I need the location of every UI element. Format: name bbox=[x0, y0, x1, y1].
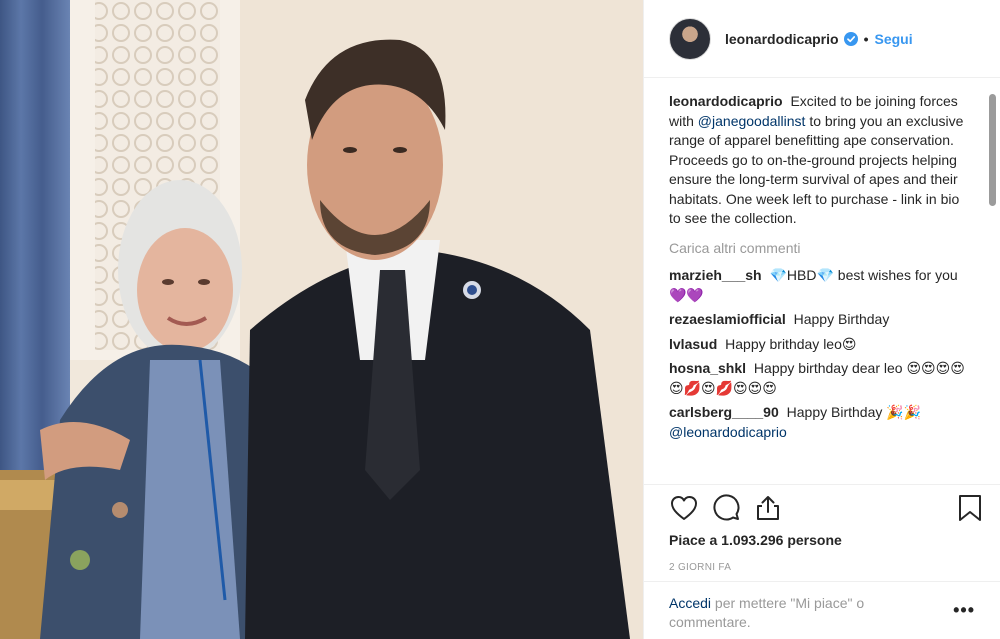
avatar[interactable] bbox=[669, 17, 711, 60]
likes-count[interactable]: Piace a 1.093.296 persone bbox=[669, 532, 842, 548]
post-sidebar: leonardodicaprio • Segui leonardodicapri… bbox=[643, 0, 1000, 639]
post-actions: Piace a 1.093.296 persone 2 GIORNI FA Ac… bbox=[644, 484, 1000, 639]
post-photo[interactable] bbox=[0, 0, 643, 639]
header-username[interactable]: leonardodicaprio bbox=[725, 31, 839, 47]
login-text-block: Accedi per mettere "Mi piace" o commenta… bbox=[669, 594, 929, 632]
share-icon[interactable] bbox=[753, 493, 783, 523]
caption-text-end: to bring you an exclusive range of appar… bbox=[669, 112, 964, 227]
comment-item: marzieh___sh 💎HBD💎 best wishes for you💜💜 bbox=[669, 266, 969, 305]
comment-icon[interactable] bbox=[711, 493, 741, 523]
comments-scrollbar[interactable] bbox=[989, 94, 996, 206]
more-options-icon[interactable]: ••• bbox=[953, 600, 975, 621]
comment-item: carlsberg____90 Happy Birthday 🎉🎉 @leona… bbox=[669, 403, 969, 442]
login-prompt: Accedi per mettere "Mi piace" o commenta… bbox=[644, 581, 1000, 639]
header-separator: • bbox=[863, 30, 869, 47]
comment-username[interactable]: hosna_shkl bbox=[669, 360, 746, 376]
comment-text: Happy brithday leo😍 bbox=[725, 335, 857, 352]
caption-username[interactable]: leonardodicaprio bbox=[669, 93, 783, 109]
caption-mention[interactable]: @janegoodallinst bbox=[698, 113, 806, 129]
post-caption: leonardodicaprio Excited to be joining f… bbox=[669, 92, 969, 229]
instagram-post: leonardodicaprio • Segui leonardodicapri… bbox=[0, 0, 1000, 639]
post-header: leonardodicaprio • Segui bbox=[644, 0, 1000, 78]
load-more-comments-button[interactable]: Carica altri commenti bbox=[669, 239, 969, 259]
verified-badge-icon bbox=[843, 31, 858, 46]
comment-item: rezaeslamiofficial Happy Birthday bbox=[669, 310, 969, 330]
photo-illustration bbox=[0, 0, 643, 639]
action-icons bbox=[669, 493, 991, 529]
login-link[interactable]: Accedi bbox=[669, 595, 711, 611]
comment-item: hosna_shkl Happy birthday dear leo 😍😍😍😍😍… bbox=[669, 359, 969, 398]
comment-username[interactable]: lvlasud bbox=[669, 336, 717, 352]
heart-icon[interactable] bbox=[669, 493, 699, 523]
comment-text: Happy Birthday 🎉🎉 bbox=[786, 404, 922, 420]
comment-username[interactable]: rezaeslamiofficial bbox=[669, 311, 786, 327]
post-timestamp: 2 GIORNI FA bbox=[669, 562, 732, 573]
comment-item: lvlasud Happy brithday leo😍 bbox=[669, 335, 969, 355]
comment-username[interactable]: marzieh___sh bbox=[669, 267, 762, 283]
comment-mention[interactable]: @leonardodicaprio bbox=[669, 424, 787, 440]
bookmark-icon[interactable] bbox=[955, 493, 985, 523]
comment-username[interactable]: carlsberg____90 bbox=[669, 404, 779, 420]
comment-text: Happy Birthday bbox=[793, 311, 890, 327]
comments-list[interactable]: leonardodicaprio Excited to be joining f… bbox=[669, 88, 969, 484]
follow-button[interactable]: Segui bbox=[874, 31, 912, 47]
